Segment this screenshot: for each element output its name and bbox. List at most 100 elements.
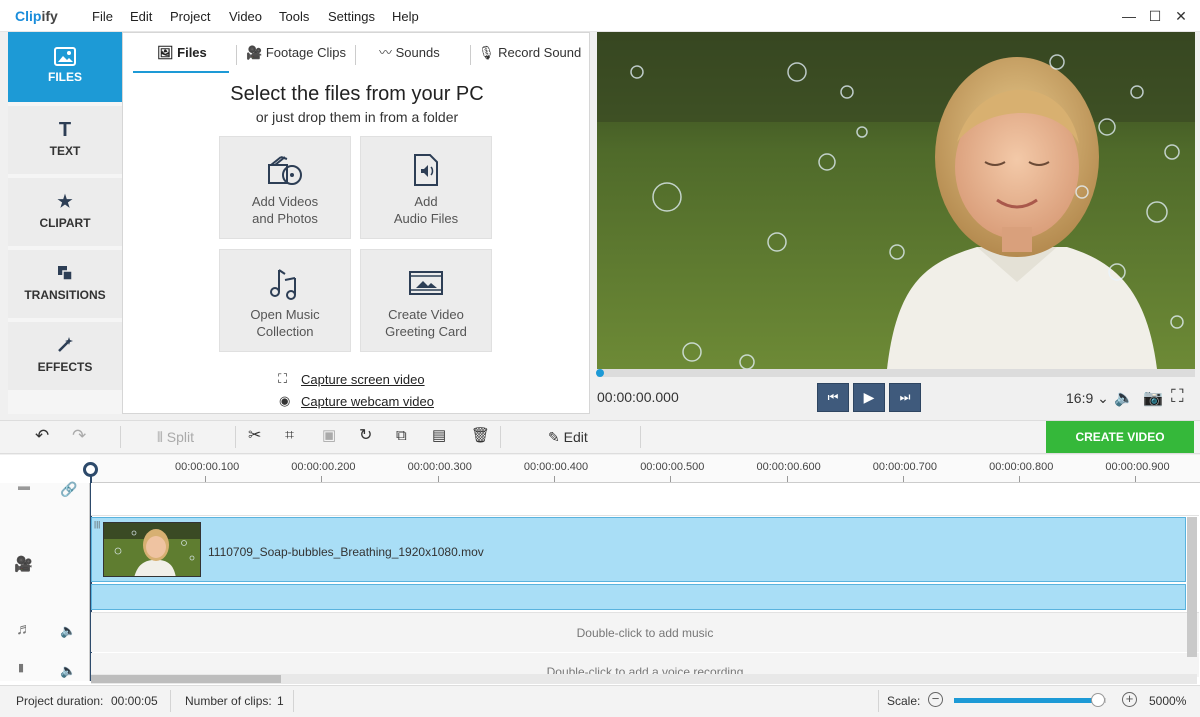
add-audio-files-button[interactable]: Add Audio Files (360, 136, 492, 239)
timeline-tick-label: 00:00:00.500 (640, 461, 705, 473)
music-note-icon: ♬ (16, 621, 32, 638)
timeline-tick-label: 00:00:00.200 (291, 461, 356, 473)
tab-files[interactable]: 🖼 Files (157, 45, 207, 71)
timeline-tick-mark (437, 476, 439, 482)
menu-file[interactable]: File (92, 9, 113, 24)
menu-edit[interactable]: Edit (130, 9, 152, 24)
status-separator (293, 690, 294, 712)
menu-project[interactable]: Project (170, 9, 210, 24)
timeline-tick-mark (902, 476, 904, 482)
music-volume-icon[interactable]: 🔈 (60, 623, 76, 639)
add-videos-photos-button[interactable]: Add Videos and Photos (219, 136, 351, 239)
capture-webcam-link[interactable]: Capture webcam video (301, 394, 434, 409)
maximize-button[interactable]: ☐ (1144, 6, 1166, 26)
rotate-icon[interactable]: ↻ (359, 427, 372, 445)
status-separator (170, 690, 171, 712)
playback-progress-bar[interactable] (597, 369, 1195, 377)
star-icon: ★ (57, 192, 73, 211)
pencil-icon: ✎ (548, 429, 560, 445)
tab-separator (355, 45, 356, 65)
nav-text[interactable]: T TEXT (8, 106, 122, 176)
play-icon: ▶ (863, 389, 875, 405)
video-preview[interactable] (597, 32, 1195, 369)
menu-settings[interactable]: Settings (328, 9, 375, 24)
nav-effects[interactable]: EFFECTS (8, 322, 122, 392)
split-button[interactable]: ⫴ Split (157, 428, 194, 446)
clip-filename: 1110709_Soap-bubbles_Breathing_1920x1080… (208, 545, 484, 559)
tab-sounds[interactable]: 〰 Sounds (379, 45, 440, 71)
scale-value: 5000% (1149, 694, 1187, 708)
timeline-tick-mark (1135, 476, 1137, 482)
open-music-collection-button[interactable]: Open Music Collection (219, 249, 351, 352)
undo-icon[interactable]: ↶ (35, 427, 49, 445)
menu-help[interactable]: Help (392, 9, 419, 24)
music-notes-icon (270, 269, 296, 300)
preview-frame-image (597, 32, 1195, 369)
fullscreen-icon[interactable]: ⛶ (1171, 386, 1184, 407)
timeline-tick-label: 00:00:00.100 (175, 461, 240, 473)
crop-icon[interactable]: ⌗ (285, 427, 294, 445)
close-button[interactable]: ✕ (1170, 6, 1192, 26)
left-nav: FILES T TEXT ★ CLIPART TRANSITIONS EFFEC… (8, 32, 122, 414)
tab-separator (470, 45, 471, 65)
transitions-icon (8, 264, 122, 284)
tab-files-label: Files (177, 45, 207, 60)
menu-tools[interactable]: Tools (279, 9, 309, 24)
redo-icon[interactable]: ↷ (72, 427, 86, 445)
nav-clipart[interactable]: ★ CLIPART (8, 178, 122, 248)
magic-wand-icon (8, 336, 122, 356)
tab-separator (236, 45, 237, 65)
skip-back-button[interactable]: ⏮ (817, 383, 849, 412)
skip-back-icon: ⏮ (827, 390, 839, 404)
tab-footage-clips[interactable]: 🎥 Footage Clips (246, 45, 346, 71)
skip-forward-button[interactable]: ⏭ (889, 383, 921, 412)
aspect-ratio-select[interactable]: 16:9 ⌄ (1066, 390, 1109, 407)
timeline-tick-mark (1019, 476, 1021, 482)
create-greeting-card-button[interactable]: Create Video Greeting Card (360, 249, 492, 352)
nav-text-label: TEXT (49, 144, 81, 158)
play-button[interactable]: ▶ (853, 383, 885, 412)
clip-audio-strip[interactable] (91, 584, 1186, 610)
playback-position-handle[interactable] (596, 369, 604, 377)
text-track[interactable] (91, 483, 1199, 516)
video-camera-icon: 🎥 (14, 556, 33, 573)
add-audio-line1: Add (414, 194, 438, 209)
clip-grip-icon[interactable]: ||| (94, 520, 100, 529)
clip-count-label: Number of clips: (185, 694, 272, 708)
timeline-tick-label: 00:00:00.300 (407, 461, 472, 473)
timeline-tick-label: 00:00:00.600 (756, 461, 821, 473)
tab-record-sound[interactable]: 🎙 Record Sound (478, 45, 581, 71)
music-track-hint: Double-click to add music (576, 626, 714, 640)
snapshot-camera-icon[interactable]: 📷 (1143, 388, 1163, 408)
tab-footage-label: Footage Clips (265, 45, 347, 60)
waveform-icon: 〰 (379, 45, 393, 60)
nav-transitions[interactable]: TRANSITIONS (8, 250, 122, 320)
capture-screen-link[interactable]: Capture screen video (301, 372, 425, 387)
scissors-icon[interactable]: ✂ (248, 427, 261, 445)
menu-video[interactable]: Video (229, 9, 262, 24)
create-video-button[interactable]: CREATE VIDEO (1046, 421, 1194, 453)
horizontal-scroll-thumb[interactable] (91, 675, 281, 683)
aspect-icon[interactable]: ▣ (322, 427, 336, 445)
greeting-card-line2: Greeting Card (385, 324, 467, 339)
trash-icon[interactable]: 🗑 (471, 427, 490, 445)
film-effects-icon[interactable]: ▤ (432, 427, 446, 445)
link-icon[interactable]: 🔗 (60, 481, 77, 498)
scale-label: Scale: (887, 694, 921, 708)
text-track-icon: ▬ (18, 479, 30, 493)
minimize-button[interactable]: — (1118, 6, 1140, 26)
speed-icon[interactable]: ⧉ (396, 427, 407, 445)
edit-button[interactable]: ✎ Edit (548, 428, 588, 446)
timeline-vertical-scrollbar[interactable] (1187, 517, 1197, 657)
skip-forward-icon: ⏭ (899, 390, 911, 404)
add-videos-line1: Add Videos (251, 194, 319, 209)
zoom-in-button[interactable]: + (1122, 692, 1137, 707)
playhead-handle[interactable] (83, 462, 98, 477)
voice-volume-icon[interactable]: 🔈 (60, 663, 76, 679)
zoom-out-button[interactable]: − (928, 692, 943, 707)
volume-icon[interactable]: 🔈 (1114, 388, 1134, 408)
split-label: Split (166, 429, 195, 445)
timeline-tick-mark (786, 476, 788, 482)
files-subheading: or just drop them in from a folder (255, 109, 459, 125)
nav-files[interactable]: FILES (8, 32, 122, 104)
